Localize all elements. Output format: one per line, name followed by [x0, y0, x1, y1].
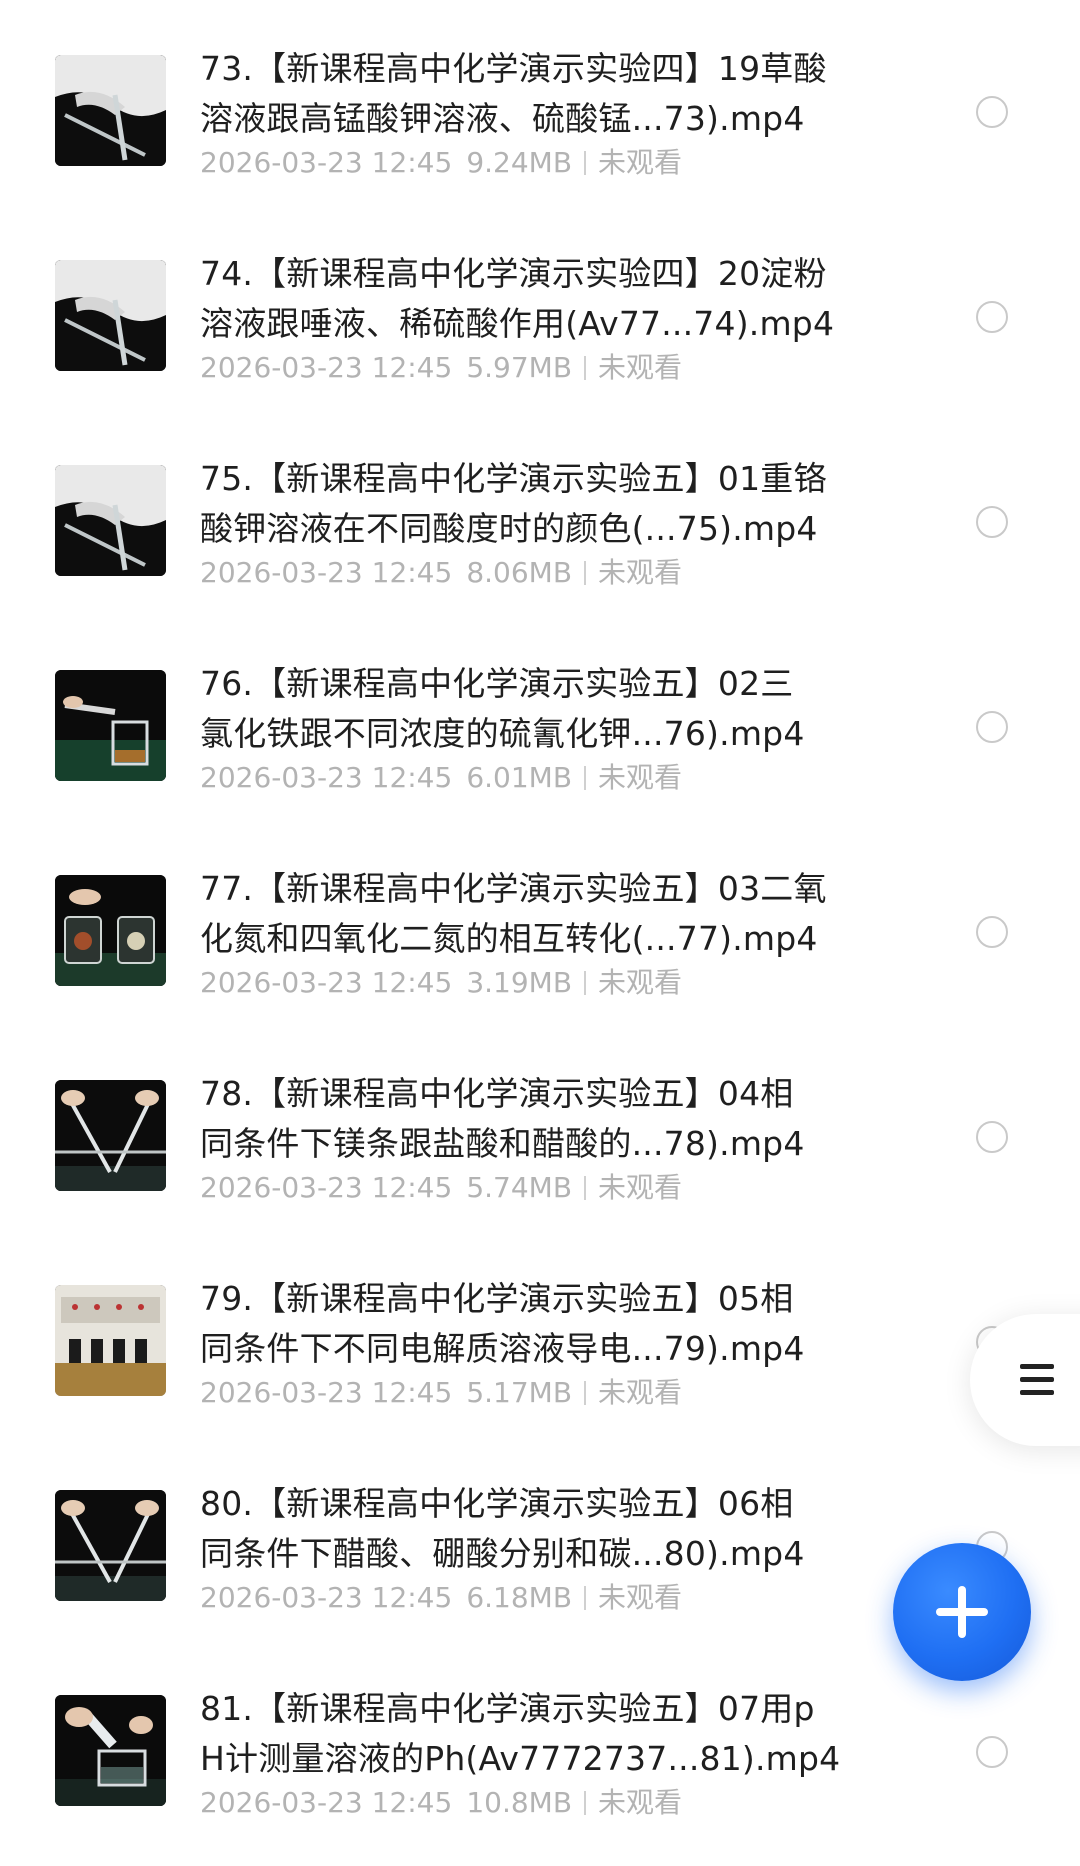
divider — [584, 1176, 587, 1200]
watch-status: 未观看 — [598, 1171, 683, 1204]
file-row[interactable]: 79.【新课程高中化学演示实验五】05相 同条件下不同电解质溶液导电...79)… — [0, 1230, 1080, 1435]
file-date: 2026-03-23 12:45 — [200, 1786, 453, 1819]
divider — [584, 971, 587, 995]
file-title-line: 73.【新课程高中化学演示实验四】19草酸 — [200, 49, 827, 88]
file-date: 2026-03-23 12:45 — [200, 351, 453, 384]
video-thumbnail — [55, 1490, 166, 1601]
file-meta: 2026-03-23 12:45 8.06MB 未观看 — [200, 556, 820, 590]
file-title-line: 76.【新课程高中化学演示实验五】02三 — [200, 664, 794, 703]
file-title-line: 同条件下醋酸、硼酸分别和碳...80).mp4 — [200, 1534, 805, 1573]
file-row[interactable]: 78.【新课程高中化学演示实验五】04相 同条件下镁条跟盐酸和醋酸的...78)… — [0, 1025, 1080, 1230]
file-meta: 2026-03-23 12:45 10.8MB 未观看 — [200, 1786, 820, 1820]
divider — [584, 1586, 587, 1610]
radio-circle-icon[interactable] — [976, 301, 1008, 333]
file-meta: 2026-03-23 12:45 9.24MB 未观看 — [200, 146, 820, 180]
file-meta: 2026-03-23 12:45 6.18MB 未观看 — [200, 1581, 820, 1615]
file-date: 2026-03-23 12:45 — [200, 556, 453, 589]
file-title-line: 80.【新课程高中化学演示实验五】06相 — [200, 1484, 794, 1523]
divider — [584, 151, 587, 175]
file-size: 5.74MB — [466, 1171, 573, 1204]
watch-status: 未观看 — [598, 1786, 683, 1819]
file-title: 73.【新课程高中化学演示实验四】19草酸 溶液跟高锰酸钾溶液、硫酸锰...73… — [200, 44, 900, 144]
file-title-line: 酸钾溶液在不同酸度时的颜色(...75).mp4 — [200, 509, 818, 548]
file-title-line: 同条件下不同电解质溶液导电...79).mp4 — [200, 1329, 805, 1368]
watch-status: 未观看 — [598, 351, 683, 384]
file-size: 9.24MB — [466, 146, 573, 179]
radio-circle-icon[interactable] — [976, 1121, 1008, 1153]
file-title-line: 化氮和四氧化二氮的相互转化(...77).mp4 — [200, 919, 818, 958]
file-title: 81.【新课程高中化学演示实验五】07用p H计测量溶液的Ph(Av777273… — [200, 1684, 900, 1784]
video-thumbnail — [55, 670, 166, 781]
file-row[interactable]: 81.【新课程高中化学演示实验五】07用p H计测量溶液的Ph(Av777273… — [0, 1640, 1080, 1845]
file-title: 78.【新课程高中化学演示实验五】04相 同条件下镁条跟盐酸和醋酸的...78)… — [200, 1069, 900, 1169]
file-title: 74.【新课程高中化学演示实验四】20淀粉 溶液跟唾液、稀硫酸作用(Av77..… — [200, 249, 900, 349]
file-meta: 2026-03-23 12:45 5.17MB 未观看 — [200, 1376, 820, 1410]
divider — [584, 561, 587, 585]
file-title: 80.【新课程高中化学演示实验五】06相 同条件下醋酸、硼酸分别和碳...80)… — [200, 1479, 900, 1579]
divider — [584, 766, 587, 790]
divider — [584, 356, 587, 380]
file-row[interactable]: 76.【新课程高中化学演示实验五】02三 氯化铁跟不同浓度的硫氰化钾...76)… — [0, 615, 1080, 820]
file-title: 77.【新课程高中化学演示实验五】03二氧 化氮和四氧化二氮的相互转化(...7… — [200, 864, 900, 964]
file-title-line: 81.【新课程高中化学演示实验五】07用p — [200, 1689, 815, 1728]
watch-status: 未观看 — [598, 1376, 683, 1409]
file-title: 75.【新课程高中化学演示实验五】01重铬 酸钾溶液在不同酸度时的颜色(...7… — [200, 454, 900, 554]
video-thumbnail — [55, 260, 166, 371]
file-date: 2026-03-23 12:45 — [200, 1376, 453, 1409]
file-date: 2026-03-23 12:45 — [200, 1171, 453, 1204]
video-thumbnail — [55, 465, 166, 576]
file-title-line: 溶液跟唾液、稀硫酸作用(Av77...74).mp4 — [200, 304, 835, 343]
video-thumbnail — [55, 1080, 166, 1191]
file-title: 79.【新课程高中化学演示实验五】05相 同条件下不同电解质溶液导电...79)… — [200, 1274, 900, 1374]
file-title-line: H计测量溶液的Ph(Av7772737...81).mp4 — [200, 1739, 841, 1778]
file-size: 5.17MB — [466, 1376, 573, 1409]
file-meta: 2026-03-23 12:45 5.97MB 未观看 — [200, 351, 820, 385]
file-title-line: 溶液跟高锰酸钾溶液、硫酸锰...73).mp4 — [200, 99, 805, 138]
watch-status: 未观看 — [598, 966, 683, 999]
file-date: 2026-03-23 12:45 — [200, 966, 453, 999]
watch-status: 未观看 — [598, 761, 683, 794]
file-size: 3.19MB — [466, 966, 573, 999]
file-date: 2026-03-23 12:45 — [200, 761, 453, 794]
video-thumbnail — [55, 875, 166, 986]
file-title-line: 74.【新课程高中化学演示实验四】20淀粉 — [200, 254, 827, 293]
divider — [584, 1791, 587, 1815]
file-title-line: 75.【新课程高中化学演示实验五】01重铬 — [200, 459, 827, 498]
file-size: 6.18MB — [466, 1581, 573, 1614]
video-thumbnail — [55, 1695, 166, 1806]
file-title-line: 79.【新课程高中化学演示实验五】05相 — [200, 1279, 794, 1318]
file-size: 6.01MB — [466, 761, 573, 794]
radio-circle-icon[interactable] — [976, 1736, 1008, 1768]
file-title: 76.【新课程高中化学演示实验五】02三 氯化铁跟不同浓度的硫氰化钾...76)… — [200, 659, 900, 759]
hamburger-menu-icon — [1020, 1364, 1054, 1369]
file-title-line: 氯化铁跟不同浓度的硫氰化钾...76).mp4 — [200, 714, 805, 753]
watch-status: 未观看 — [598, 1581, 683, 1614]
file-title-line: 同条件下镁条跟盐酸和醋酸的...78).mp4 — [200, 1124, 805, 1163]
file-date: 2026-03-23 12:45 — [200, 1581, 453, 1614]
file-row[interactable]: 74.【新课程高中化学演示实验四】20淀粉 溶液跟唾液、稀硫酸作用(Av77..… — [0, 205, 1080, 410]
radio-circle-icon[interactable] — [976, 916, 1008, 948]
file-size: 10.8MB — [466, 1786, 573, 1819]
divider — [584, 1381, 587, 1405]
watch-status: 未观看 — [598, 556, 683, 589]
file-date: 2026-03-23 12:45 — [200, 146, 453, 179]
file-title-line: 78.【新课程高中化学演示实验五】04相 — [200, 1074, 794, 1113]
file-row[interactable]: 77.【新课程高中化学演示实验五】03二氧 化氮和四氧化二氮的相互转化(...7… — [0, 820, 1080, 1025]
file-row[interactable]: 73.【新课程高中化学演示实验四】19草酸 溶液跟高锰酸钾溶液、硫酸锰...73… — [0, 0, 1080, 205]
file-meta: 2026-03-23 12:45 3.19MB 未观看 — [200, 966, 820, 1000]
radio-circle-icon[interactable] — [976, 96, 1008, 128]
file-size: 5.97MB — [466, 351, 573, 384]
radio-circle-icon[interactable] — [976, 711, 1008, 743]
file-size: 8.06MB — [466, 556, 573, 589]
radio-circle-icon[interactable] — [976, 506, 1008, 538]
watch-status: 未观看 — [598, 146, 683, 179]
file-row[interactable]: 75.【新课程高中化学演示实验五】01重铬 酸钾溶液在不同酸度时的颜色(...7… — [0, 410, 1080, 615]
video-thumbnail — [55, 55, 166, 166]
file-title-line: 77.【新课程高中化学演示实验五】03二氧 — [200, 869, 827, 908]
file-meta: 2026-03-23 12:45 5.74MB 未观看 — [200, 1171, 820, 1205]
file-meta: 2026-03-23 12:45 6.01MB 未观看 — [200, 761, 820, 795]
video-thumbnail — [55, 1285, 166, 1396]
add-button[interactable] — [893, 1543, 1031, 1681]
